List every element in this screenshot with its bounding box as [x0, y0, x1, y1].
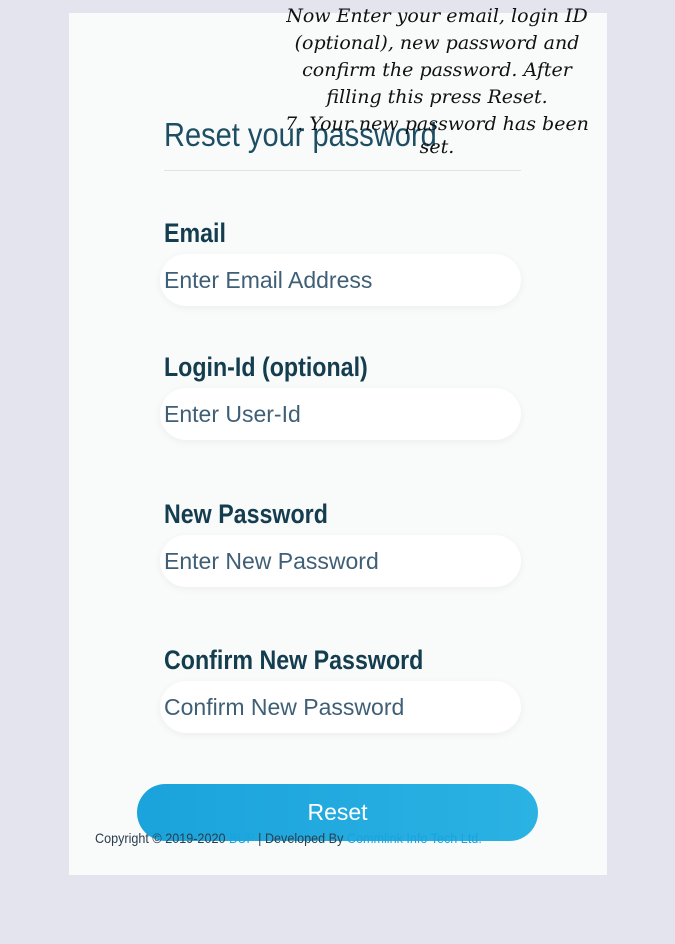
- annotation-line: 7. Your new password has been: [285, 113, 589, 135]
- confirm-password-field-wrapper: [160, 681, 521, 733]
- confirm-password-label: Confirm New Password: [164, 645, 424, 675]
- login-id-field-wrapper: [160, 388, 521, 440]
- annotation-line: Now Enter your email, login ID: [286, 5, 588, 27]
- email-input[interactable]: [160, 254, 521, 306]
- annotation-line: (optional), new password and: [294, 32, 580, 54]
- new-password-input[interactable]: [160, 535, 521, 587]
- new-password-field-wrapper: [160, 535, 521, 587]
- login-id-label: Login-Id (optional): [164, 352, 368, 382]
- copyright-footer: Copyright © 2019-2020 BUP | Developed By…: [95, 830, 482, 846]
- instruction-annotation: Now Enter your email, login ID (optional…: [282, 3, 592, 158]
- email-field-wrapper: [160, 254, 521, 306]
- new-password-label: New Password: [164, 499, 328, 529]
- copyright-text: Copyright © 2019-2020: [95, 830, 229, 846]
- title-divider: [164, 170, 521, 171]
- developer-link[interactable]: Commlink Info Tech Ltd.: [347, 830, 482, 846]
- confirm-password-input[interactable]: [160, 681, 521, 733]
- login-id-input[interactable]: [160, 388, 521, 440]
- annotation-line: confirm the password. After: [302, 59, 572, 81]
- annotation-line: set.: [419, 136, 455, 158]
- org-link[interactable]: BUP: [229, 830, 255, 846]
- developed-by-text: | Developed By: [254, 830, 347, 846]
- annotation-line: filling this press Reset.: [326, 86, 548, 108]
- email-label: Email: [164, 218, 226, 248]
